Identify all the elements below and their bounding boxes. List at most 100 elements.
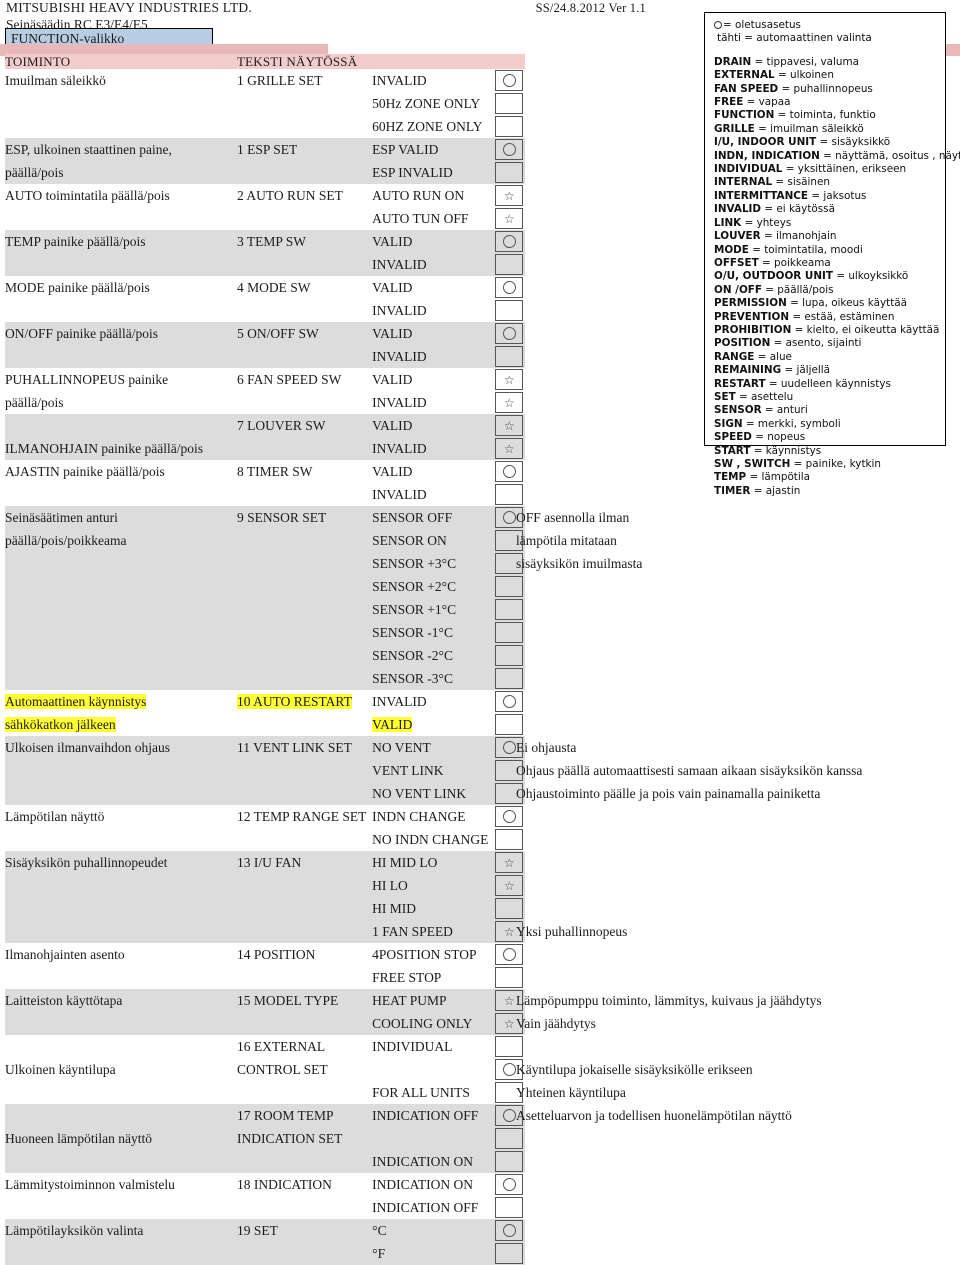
cell-marker[interactable] [494, 1081, 525, 1104]
cell-marker[interactable] [494, 529, 525, 552]
cell-marker[interactable] [494, 92, 525, 115]
selection-box[interactable] [495, 967, 524, 988]
cell-marker[interactable]: ☆ [494, 1012, 525, 1035]
selection-box[interactable]: ☆ [495, 392, 524, 413]
selection-box[interactable]: ☆ [495, 875, 524, 896]
selection-box[interactable] [495, 553, 524, 574]
selection-box[interactable] [495, 714, 524, 735]
selection-box[interactable] [495, 461, 524, 482]
cell-marker[interactable]: ☆ [494, 989, 525, 1012]
cell-marker[interactable]: ☆ [494, 368, 525, 391]
selection-box[interactable] [495, 323, 524, 344]
selection-box[interactable] [495, 1174, 524, 1195]
cell-marker[interactable] [494, 1173, 525, 1196]
selection-box[interactable]: ☆ [495, 1013, 524, 1034]
cell-marker[interactable] [494, 506, 525, 529]
cell-marker[interactable] [494, 276, 525, 299]
selection-box[interactable] [495, 806, 524, 827]
selection-box[interactable] [495, 1197, 524, 1218]
selection-box[interactable] [495, 1036, 524, 1057]
selection-box[interactable] [495, 231, 524, 252]
cell-marker[interactable] [494, 69, 525, 92]
cell-marker[interactable]: ☆ [494, 437, 525, 460]
cell-marker[interactable] [494, 1150, 525, 1173]
selection-box[interactable] [495, 530, 524, 551]
selection-box[interactable] [495, 1105, 524, 1126]
selection-box[interactable] [495, 691, 524, 712]
cell-marker[interactable] [494, 575, 525, 598]
selection-box[interactable] [495, 162, 524, 183]
cell-marker[interactable] [494, 138, 525, 161]
selection-box[interactable] [495, 760, 524, 781]
selection-box[interactable] [495, 1151, 524, 1172]
cell-marker[interactable] [494, 713, 525, 736]
cell-marker[interactable] [494, 1242, 525, 1265]
cell-marker[interactable] [494, 1127, 525, 1150]
selection-box[interactable] [495, 1243, 524, 1264]
selection-box[interactable] [495, 507, 524, 528]
cell-marker[interactable] [494, 1219, 525, 1242]
selection-box[interactable] [495, 576, 524, 597]
cell-marker[interactable] [494, 805, 525, 828]
selection-box[interactable]: ☆ [495, 990, 524, 1011]
cell-marker[interactable] [494, 115, 525, 138]
cell-marker[interactable] [494, 322, 525, 345]
cell-marker[interactable]: ☆ [494, 874, 525, 897]
selection-box[interactable] [495, 898, 524, 919]
cell-marker[interactable]: ☆ [494, 184, 525, 207]
cell-marker[interactable] [494, 253, 525, 276]
cell-marker[interactable] [494, 230, 525, 253]
selection-box[interactable] [495, 645, 524, 666]
selection-box[interactable] [495, 829, 524, 850]
cell-marker[interactable] [494, 1035, 525, 1058]
selection-box[interactable] [495, 1220, 524, 1241]
cell-marker[interactable] [494, 644, 525, 667]
selection-box[interactable]: ☆ [495, 415, 524, 436]
cell-marker[interactable] [494, 966, 525, 989]
cell-marker[interactable] [494, 736, 525, 759]
cell-marker[interactable] [494, 483, 525, 506]
cell-marker[interactable] [494, 759, 525, 782]
cell-marker[interactable]: ☆ [494, 851, 525, 874]
selection-box[interactable]: ☆ [495, 438, 524, 459]
selection-box[interactable] [495, 783, 524, 804]
selection-box[interactable]: ☆ [495, 185, 524, 206]
cell-marker[interactable] [494, 598, 525, 621]
selection-box[interactable] [495, 622, 524, 643]
cell-marker[interactable] [494, 828, 525, 851]
selection-box[interactable] [495, 1082, 524, 1103]
cell-marker[interactable] [494, 897, 525, 920]
cell-marker[interactable] [494, 690, 525, 713]
cell-marker[interactable]: ☆ [494, 207, 525, 230]
selection-box[interactable] [495, 668, 524, 689]
selection-box[interactable] [495, 1128, 524, 1149]
selection-box[interactable] [495, 254, 524, 275]
selection-box[interactable] [495, 93, 524, 114]
selection-box[interactable] [495, 277, 524, 298]
selection-box[interactable] [495, 737, 524, 758]
cell-marker[interactable] [494, 299, 525, 322]
selection-box[interactable]: ☆ [495, 921, 524, 942]
selection-box[interactable] [495, 139, 524, 160]
selection-box[interactable] [495, 116, 524, 137]
cell-marker[interactable]: ☆ [494, 414, 525, 437]
cell-marker[interactable] [494, 460, 525, 483]
cell-marker[interactable]: ☆ [494, 391, 525, 414]
selection-box[interactable]: ☆ [495, 852, 524, 873]
cell-marker[interactable] [494, 782, 525, 805]
cell-marker[interactable] [494, 621, 525, 644]
cell-marker[interactable] [494, 552, 525, 575]
cell-marker[interactable] [494, 1104, 525, 1127]
selection-box[interactable] [495, 599, 524, 620]
cell-marker[interactable] [494, 1058, 525, 1081]
selection-box[interactable] [495, 70, 524, 91]
selection-box[interactable] [495, 1059, 524, 1080]
cell-marker[interactable] [494, 161, 525, 184]
cell-marker[interactable] [494, 943, 525, 966]
cell-marker[interactable] [494, 667, 525, 690]
selection-box[interactable] [495, 300, 524, 321]
cell-marker[interactable] [494, 1196, 525, 1219]
selection-box[interactable] [495, 944, 524, 965]
selection-box[interactable]: ☆ [495, 369, 524, 390]
selection-box[interactable] [495, 484, 524, 505]
